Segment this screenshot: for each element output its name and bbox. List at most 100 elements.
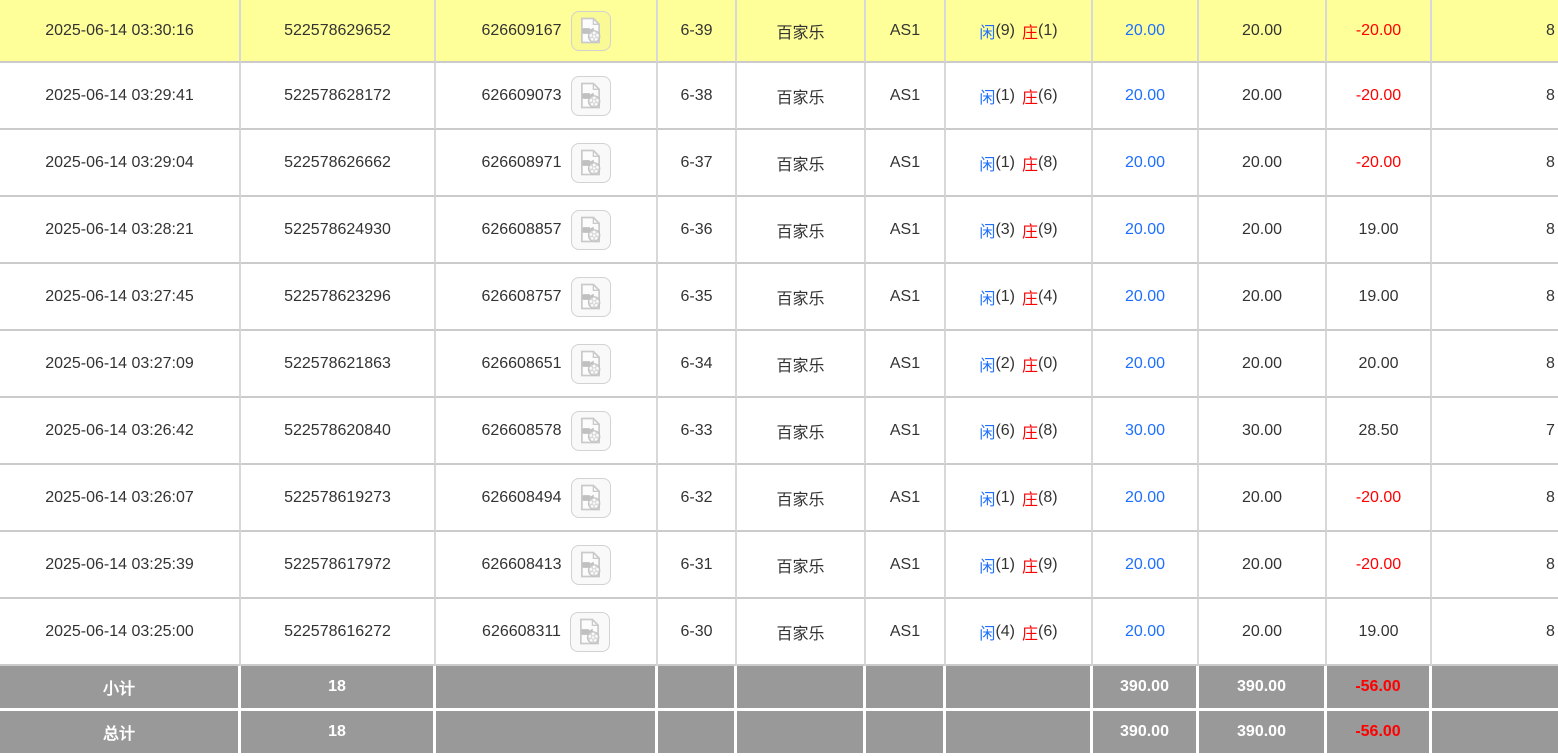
cell-win-loss: 28.50 <box>1327 398 1432 465</box>
cell-summary-count: 18 <box>241 711 436 756</box>
video-replay-button[interactable] <box>571 545 611 585</box>
table-row[interactable]: 2025-06-14 03:25:39 522578617972 6266084… <box>0 532 1558 599</box>
bet-history-table: 2025-06-14 03:30:16 522578629652 6266091… <box>0 0 1558 756</box>
game-type: 百家乐 <box>776 84 824 108</box>
table-name: AS1 <box>890 221 920 239</box>
cell-game-number: 626609073 <box>436 63 658 130</box>
cell-summary-valid-total: 390.00 <box>1199 666 1327 711</box>
game-number: 626608413 <box>481 556 561 574</box>
round-number: 6-30 <box>680 623 712 641</box>
valid-bet-amount: 20.00 <box>1242 221 1282 239</box>
cell-summary-bet-total: 390.00 <box>1093 711 1199 756</box>
bet-time: 2025-06-14 03:25:00 <box>45 623 194 641</box>
cell-balance: 8 <box>1432 0 1558 63</box>
video-replay-icon <box>579 283 602 310</box>
video-replay-button[interactable] <box>571 76 611 116</box>
table-row[interactable]: 2025-06-14 03:29:04 522578626662 6266089… <box>0 130 1558 197</box>
bet-time: 2025-06-14 03:30:16 <box>45 22 194 40</box>
cell-balance: 8 <box>1432 599 1558 666</box>
table-row[interactable]: 2025-06-14 03:30:16 522578629652 6266091… <box>0 0 1558 63</box>
cell-valid-bet: 20.00 <box>1199 63 1327 130</box>
cell-bet-time: 2025-06-14 03:27:45 <box>0 264 241 331</box>
cell-bet-amount: 20.00 <box>1093 599 1199 666</box>
order-number: 522578619273 <box>284 489 391 507</box>
valid-bet-amount: 20.00 <box>1242 22 1282 40</box>
table-row[interactable]: 2025-06-14 03:27:09 522578621863 6266086… <box>0 331 1558 398</box>
video-replay-icon <box>579 17 602 44</box>
cell-summary-label: 小计 <box>0 666 241 711</box>
cell-table-name: AS1 <box>866 465 946 532</box>
order-number: 522578617972 <box>284 556 391 574</box>
cell-order-number: 522578624930 <box>241 197 436 264</box>
table-row[interactable]: 2025-06-14 03:28:21 522578624930 6266088… <box>0 197 1558 264</box>
table-name: AS1 <box>890 355 920 373</box>
win-loss-amount: -20.00 <box>1356 22 1401 40</box>
cell-empty <box>866 666 946 711</box>
cell-table-name: AS1 <box>866 599 946 666</box>
cell-game-result: 闲(6)庄(8) <box>946 398 1093 465</box>
bet-amount-link[interactable]: 20.00 <box>1125 556 1165 574</box>
banker-label: 庄 <box>1022 553 1038 577</box>
player-score: (1) <box>995 288 1015 306</box>
order-number: 522578628172 <box>284 87 391 105</box>
balance-partial-digit: 8 <box>1546 87 1555 105</box>
cell-balance: 8 <box>1432 264 1558 331</box>
player-score: (6) <box>995 422 1015 440</box>
cell-game-number: 626608857 <box>436 197 658 264</box>
balance-partial-digit: 8 <box>1546 623 1555 641</box>
table-row[interactable]: 2025-06-14 03:26:42 522578620840 6266085… <box>0 398 1558 465</box>
cell-game-type: 百家乐 <box>737 331 866 398</box>
order-number: 522578620840 <box>284 422 391 440</box>
bet-amount-link[interactable]: 20.00 <box>1125 87 1165 105</box>
total-row: 总计 18 390.00 390.00 -56.00 <box>0 711 1558 756</box>
bet-amount-link[interactable]: 30.00 <box>1125 422 1165 440</box>
cell-balance: 8 <box>1432 465 1558 532</box>
cell-win-loss: -20.00 <box>1327 465 1432 532</box>
summary-win-loss-total: -56.00 <box>1355 723 1400 741</box>
table-row[interactable]: 2025-06-14 03:26:07 522578619273 6266084… <box>0 465 1558 532</box>
order-number: 522578616272 <box>284 623 391 641</box>
video-replay-button[interactable] <box>571 11 611 51</box>
game-number: 626608651 <box>481 355 561 373</box>
table-row[interactable]: 2025-06-14 03:29:41 522578628172 6266090… <box>0 63 1558 130</box>
round-number: 6-39 <box>680 22 712 40</box>
bet-amount-link[interactable]: 20.00 <box>1125 288 1165 306</box>
cell-bet-amount: 20.00 <box>1093 331 1199 398</box>
cell-bet-time: 2025-06-14 03:26:07 <box>0 465 241 532</box>
round-number: 6-33 <box>680 422 712 440</box>
cell-game-type: 百家乐 <box>737 465 866 532</box>
video-replay-icon <box>579 216 602 243</box>
cell-table-name: AS1 <box>866 398 946 465</box>
bet-amount-link[interactable]: 20.00 <box>1125 154 1165 172</box>
bet-amount-link[interactable]: 20.00 <box>1125 355 1165 373</box>
cell-bet-time: 2025-06-14 03:27:09 <box>0 331 241 398</box>
video-replay-button[interactable] <box>571 143 611 183</box>
win-loss-amount: -20.00 <box>1356 489 1401 507</box>
video-replay-button[interactable] <box>570 612 610 652</box>
bet-amount-link[interactable]: 20.00 <box>1125 22 1165 40</box>
bet-amount-link[interactable]: 20.00 <box>1125 489 1165 507</box>
win-loss-amount: 19.00 <box>1358 623 1398 641</box>
cell-bet-amount: 20.00 <box>1093 465 1199 532</box>
table-row[interactable]: 2025-06-14 03:27:45 522578623296 6266087… <box>0 264 1558 331</box>
game-number: 626609167 <box>481 22 561 40</box>
video-replay-button[interactable] <box>571 210 611 250</box>
cell-round-number: 6-38 <box>658 63 737 130</box>
player-label: 闲 <box>979 19 995 43</box>
cell-order-number: 522578623296 <box>241 264 436 331</box>
video-replay-button[interactable] <box>571 277 611 317</box>
player-score: (1) <box>995 87 1015 105</box>
cell-game-result: 闲(1)庄(8) <box>946 465 1093 532</box>
bet-amount-link[interactable]: 20.00 <box>1125 221 1165 239</box>
video-replay-button[interactable] <box>571 478 611 518</box>
video-replay-icon <box>579 82 602 109</box>
table-row[interactable]: 2025-06-14 03:25:00 522578616272 6266083… <box>0 599 1558 666</box>
video-replay-button[interactable] <box>571 344 611 384</box>
cell-empty <box>436 666 658 711</box>
summary-label: 总计 <box>103 720 135 744</box>
video-replay-button[interactable] <box>571 411 611 451</box>
bet-amount-link[interactable]: 20.00 <box>1125 623 1165 641</box>
order-number: 522578626662 <box>284 154 391 172</box>
cell-valid-bet: 20.00 <box>1199 331 1327 398</box>
table-name: AS1 <box>890 87 920 105</box>
